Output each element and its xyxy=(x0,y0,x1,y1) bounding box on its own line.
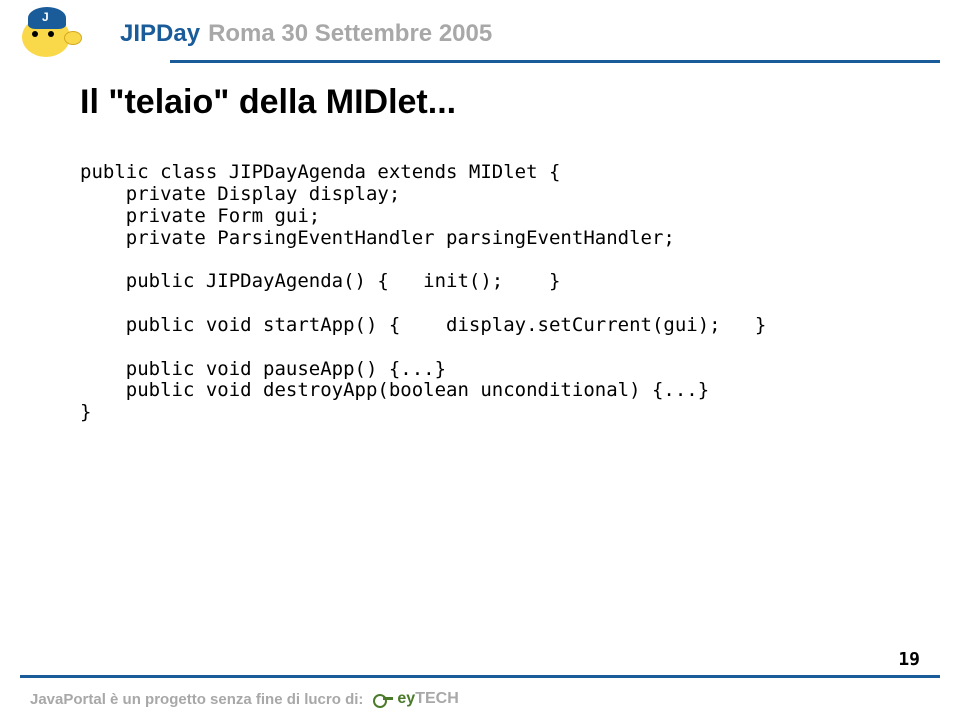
key-icon xyxy=(373,692,395,706)
slide-footer: JavaPortal è un progetto senza fine di l… xyxy=(0,678,960,720)
event-info: Roma 30 Settembre 2005 xyxy=(208,20,492,47)
slide-title: Il "telaio" della MIDlet... xyxy=(80,83,880,122)
slide-content: Il "telaio" della MIDlet... public class… xyxy=(0,63,960,424)
logo-text: eyTECH xyxy=(397,690,458,708)
footer-logo: eyTECH xyxy=(373,690,458,708)
footer-text: JavaPortal è un progetto senza fine di l… xyxy=(30,691,363,708)
slide-header: JIPDay Roma 30 Settembre 2005 xyxy=(0,0,960,60)
mascot-icon xyxy=(20,9,90,59)
brand-name: JIPDay xyxy=(120,20,200,47)
header-title: JIPDay Roma 30 Settembre 2005 xyxy=(120,20,492,48)
page-number: 19 xyxy=(898,649,920,670)
code-block: public class JIPDayAgenda extends MIDlet… xyxy=(80,162,880,424)
